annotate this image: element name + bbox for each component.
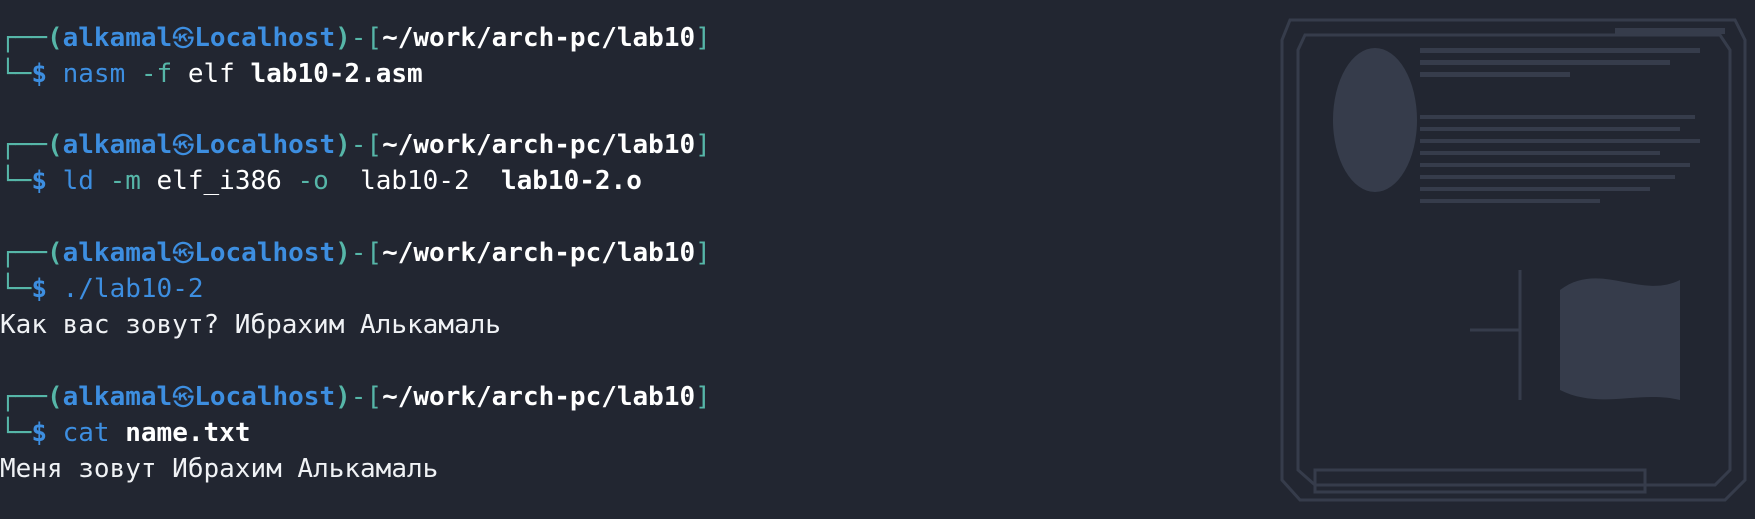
command-line-3[interactable]: └─$ ./lab10-2 — [0, 271, 204, 307]
prompt-header-2: ┌──(alkamal㉿Localhost)-[~/work/arch-pc/l… — [0, 127, 711, 163]
command-name: cat — [62, 418, 110, 448]
kali-separator-icon: ㉿ — [172, 242, 195, 267]
command-file-arg: name.txt — [109, 418, 251, 448]
command-flag: -m — [93, 166, 141, 196]
command-file-arg: lab10-2.o — [469, 166, 642, 196]
command-file-arg: lab10-2.asm — [234, 59, 423, 89]
prompt-corner-bottom: └─ — [0, 59, 32, 89]
prompt-corner-bottom: └─ — [0, 166, 32, 196]
prompt-user: alkamal — [62, 382, 173, 412]
prompt-dash: - — [350, 130, 367, 160]
prompt-close-bracket: ] — [695, 23, 711, 53]
prompt-user: alkamal — [62, 23, 173, 53]
command-name: nasm — [62, 59, 126, 89]
prompt-open-bracket: [ — [366, 238, 383, 268]
command-arg: elf_i386 — [140, 166, 282, 196]
terminal-window[interactable]: ┌──(alkamal㉿Localhost)-[~/work/arch-pc/l… — [0, 0, 1755, 519]
prompt-dash: - — [350, 382, 367, 412]
command-name: ld — [62, 166, 94, 196]
command-line-1[interactable]: └─$ nasm -f elf lab10-2.asm — [0, 56, 423, 92]
prompt-corner-top: ┌── — [0, 382, 47, 412]
prompt-user: alkamal — [62, 238, 173, 268]
kali-separator-icon: ㉿ — [172, 134, 195, 159]
command-arg: elf — [172, 59, 235, 89]
prompt-host: Localhost — [194, 130, 336, 160]
prompt-dollar: $ — [31, 274, 47, 304]
prompt-path: ~/work/arch-pc/lab10 — [382, 382, 696, 412]
prompt-dash: - — [350, 23, 367, 53]
prompt-dash: - — [350, 238, 367, 268]
command-output-3: Как вас зовут? Ибрахим Алькамаль — [0, 310, 501, 340]
prompt-close-bracket: ] — [695, 382, 711, 412]
prompt-open-paren: ( — [46, 238, 63, 268]
prompt-corner-top: ┌── — [0, 130, 47, 160]
prompt-open-bracket: [ — [366, 382, 383, 412]
prompt-dollar: $ — [31, 59, 47, 89]
prompt-close-paren: ) — [335, 382, 351, 412]
prompt-dollar: $ — [31, 418, 47, 448]
command-flag: -f — [125, 59, 173, 89]
command-name: ./lab10-2 — [62, 274, 204, 304]
prompt-user: alkamal — [62, 130, 173, 160]
prompt-path: ~/work/arch-pc/lab10 — [382, 23, 696, 53]
prompt-open-paren: ( — [46, 382, 63, 412]
prompt-header-4: ┌──(alkamal㉿Localhost)-[~/work/arch-pc/l… — [0, 379, 711, 415]
prompt-close-bracket: ] — [695, 238, 711, 268]
prompt-header-1: ┌──(alkamal㉿Localhost)-[~/work/arch-pc/l… — [0, 20, 711, 56]
prompt-corner-bottom: └─ — [0, 418, 32, 448]
prompt-close-paren: ) — [335, 130, 351, 160]
prompt-open-bracket: [ — [366, 23, 383, 53]
prompt-path: ~/work/arch-pc/lab10 — [382, 238, 696, 268]
prompt-open-paren: ( — [46, 130, 63, 160]
wallpaper-decoration — [1280, 18, 1747, 502]
prompt-close-paren: ) — [335, 23, 351, 53]
prompt-host: Localhost — [194, 238, 336, 268]
kali-separator-icon: ㉿ — [172, 386, 195, 411]
command-line-2[interactable]: └─$ ld -m elf_i386 -o lab10-2 lab10-2.o — [0, 163, 642, 199]
prompt-path: ~/work/arch-pc/lab10 — [382, 130, 696, 160]
prompt-open-paren: ( — [46, 23, 63, 53]
prompt-host: Localhost — [194, 23, 336, 53]
prompt-corner-top: ┌── — [0, 238, 47, 268]
prompt-host: Localhost — [194, 382, 336, 412]
prompt-corner-bottom: └─ — [0, 274, 32, 304]
prompt-open-bracket: [ — [366, 130, 383, 160]
prompt-header-3: ┌──(alkamal㉿Localhost)-[~/work/arch-pc/l… — [0, 235, 711, 271]
command-output-4: Меня зовут Ибрахим Алькамаль — [0, 454, 439, 484]
command-flag: -o — [281, 166, 329, 196]
prompt-close-paren: ) — [335, 238, 351, 268]
prompt-corner-top: ┌── — [0, 23, 47, 53]
command-line-4[interactable]: └─$ cat name.txt — [0, 415, 250, 451]
prompt-dollar: $ — [31, 166, 47, 196]
prompt-close-bracket: ] — [695, 130, 711, 160]
command-arg: lab10-2 — [328, 166, 470, 196]
kali-separator-icon: ㉿ — [172, 27, 195, 52]
